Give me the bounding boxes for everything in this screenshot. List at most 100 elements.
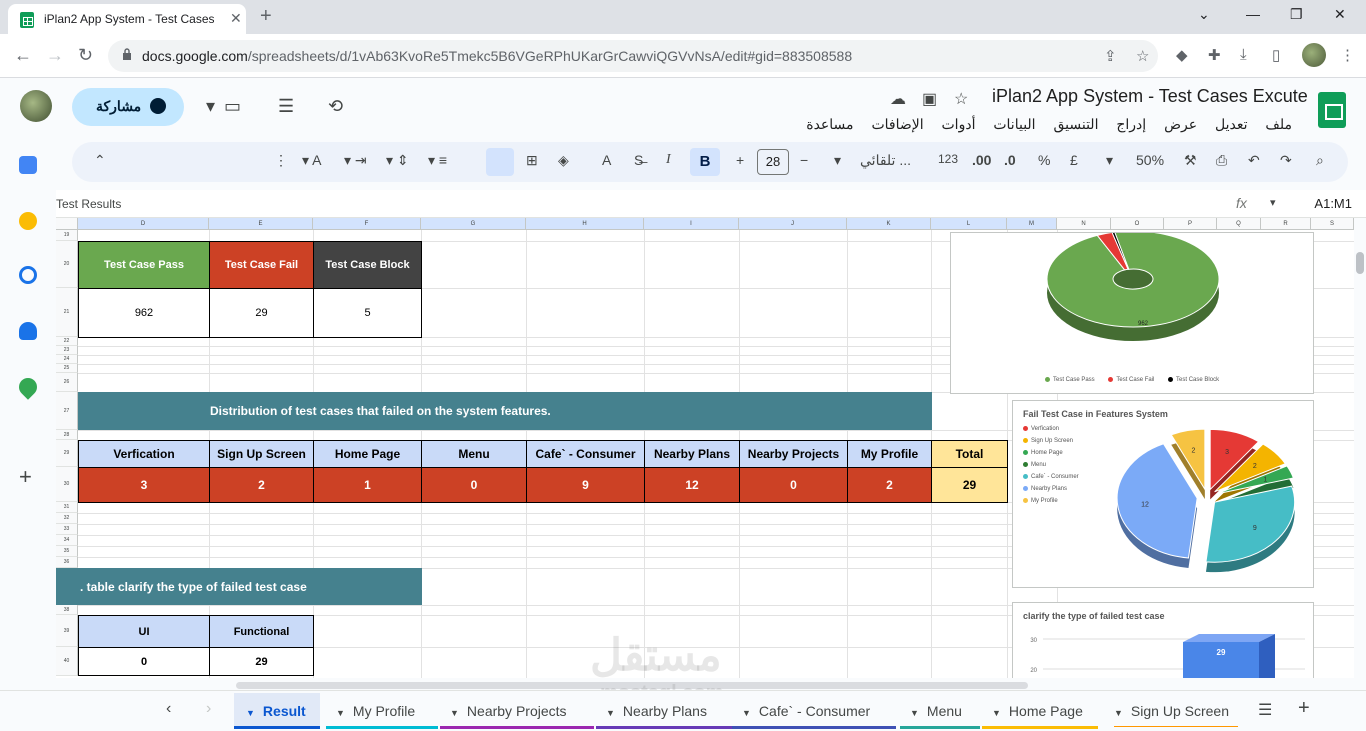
dist-header-total[interactable]: Total xyxy=(931,440,1008,468)
row-header[interactable]: 21 xyxy=(56,288,78,337)
decrease-font-icon[interactable]: − xyxy=(800,152,808,168)
minimize-icon[interactable]: — xyxy=(1246,6,1260,22)
print-icon[interactable]: ⎙ xyxy=(1216,152,1227,169)
keep-icon[interactable] xyxy=(19,212,37,230)
maximize-icon[interactable]: ❐ xyxy=(1290,6,1303,23)
menu-view[interactable]: عرض xyxy=(1164,116,1197,132)
bookmark-star-icon[interactable]: ☆ xyxy=(1136,47,1149,65)
bold-icon[interactable]: B xyxy=(690,148,720,176)
dist-header[interactable]: Home Page xyxy=(313,440,422,468)
summary-header-pass[interactable]: Test Case Pass xyxy=(78,241,210,289)
summary-header-block[interactable]: Test Case Block xyxy=(313,241,422,289)
dist-value[interactable]: 2 xyxy=(209,467,314,503)
column-header[interactable]: R xyxy=(1261,218,1311,230)
column-header[interactable]: G xyxy=(421,218,526,230)
row-header[interactable]: 39 xyxy=(56,615,78,647)
range-dropdown-icon[interactable]: ▾ xyxy=(1270,196,1276,209)
decrease-decimal-button[interactable]: .0 xyxy=(1004,152,1016,168)
fill-color-icon[interactable]: ◈ xyxy=(558,152,569,169)
sheets-logo-icon[interactable] xyxy=(1318,92,1346,128)
undo-icon[interactable]: ↶ xyxy=(1248,152,1260,169)
type-value-functional[interactable]: 29 xyxy=(209,647,314,676)
increase-font-icon[interactable]: + xyxy=(736,152,744,168)
row-header[interactable]: 24 xyxy=(56,355,78,364)
horizontal-align-icon[interactable]: ▾ ≡ xyxy=(428,152,447,169)
browser-tab[interactable]: iPlan2 App System - Test Cases Excute ✕ xyxy=(8,4,246,34)
dist-value-total[interactable]: 29 xyxy=(931,467,1008,503)
strikethrough-icon[interactable]: S̶ xyxy=(634,152,643,168)
sheet-tab-cafe-consumer[interactable]: ▼ Cafe` - Consumer xyxy=(732,693,896,729)
borders-icon[interactable]: ⊞ xyxy=(526,152,538,169)
cloud-status-icon[interactable]: ☁ xyxy=(890,89,906,109)
close-tab-icon[interactable]: ✕ xyxy=(230,10,242,27)
redo-icon[interactable]: ↷ xyxy=(1280,152,1292,169)
collapse-toolbar-icon[interactable]: ⌃ xyxy=(94,152,106,169)
sheet-tab-nearby-projects[interactable]: ▼ Nearby Projects xyxy=(440,693,594,729)
dist-header[interactable]: Cafe` - Consumer xyxy=(526,440,645,468)
forward-icon[interactable]: → xyxy=(46,45,64,66)
zoom-dropdown-icon[interactable]: ▾ xyxy=(1106,152,1113,169)
currency-button[interactable]: £ xyxy=(1070,152,1078,168)
dist-header[interactable]: Menu xyxy=(421,440,527,468)
column-header[interactable]: K xyxy=(847,218,931,230)
dist-header[interactable]: Sign Up Screen xyxy=(209,440,314,468)
comments-icon[interactable]: ☰ xyxy=(278,96,294,117)
tasks-icon[interactable] xyxy=(19,266,37,284)
menu-file[interactable]: ملف xyxy=(1265,116,1292,132)
vertical-align-icon[interactable]: ▾ ⇕ xyxy=(386,152,409,169)
column-header[interactable]: H xyxy=(526,218,644,230)
menu-tools[interactable]: أدوات xyxy=(942,116,976,132)
sheet-tab-result[interactable]: ▼ Result xyxy=(234,693,320,729)
scroll-tabs-left-icon[interactable]: ‹ xyxy=(166,700,171,718)
version-history-icon[interactable]: ⟲ xyxy=(328,96,343,117)
maps-icon[interactable] xyxy=(15,374,41,400)
column-header[interactable]: L xyxy=(931,218,1007,230)
move-folder-icon[interactable]: ▣ xyxy=(922,89,937,109)
dist-value[interactable]: 3 xyxy=(78,467,210,503)
row-header[interactable]: 28 xyxy=(56,430,78,440)
row-header[interactable]: 32 xyxy=(56,513,78,524)
merge-cells-icon[interactable] xyxy=(486,148,514,176)
increase-decimal-button[interactable]: .00 xyxy=(972,152,991,168)
meet-dropdown-icon[interactable]: ▾ xyxy=(206,96,215,117)
type-table-title[interactable]: . table clarify the type of failed test … xyxy=(56,568,422,605)
download-icon[interactable]: ⤓ xyxy=(1240,46,1247,63)
dist-header[interactable]: My Profile xyxy=(847,440,932,468)
row-header[interactable]: 25 xyxy=(56,364,78,373)
summary-header-fail[interactable]: Test Case Fail xyxy=(209,241,314,289)
name-box[interactable]: Test Results xyxy=(56,197,121,211)
column-header[interactable]: J xyxy=(739,218,847,230)
column-header[interactable]: S xyxy=(1311,218,1354,230)
calendar-icon[interactable] xyxy=(19,156,37,174)
add-sheet-icon[interactable]: + xyxy=(1298,697,1310,720)
column-header[interactable]: O xyxy=(1111,218,1164,230)
select-all-corner[interactable] xyxy=(56,218,78,230)
summary-value-fail[interactable]: 29 xyxy=(209,288,314,338)
font-size-input[interactable]: 28 xyxy=(757,149,789,175)
dist-value[interactable]: 0 xyxy=(421,467,527,503)
row-header[interactable]: 36 xyxy=(56,557,78,568)
menu-insert[interactable]: إدراج xyxy=(1116,116,1146,132)
row-header[interactable]: 29 xyxy=(56,440,78,467)
search-menus-icon[interactable]: ⌕ xyxy=(1316,152,1324,169)
pass-fail-pie-chart[interactable]: 962 Test Case Pass Test Case Fail Test C… xyxy=(950,230,1314,394)
row-header[interactable]: 19 xyxy=(56,230,78,241)
type-header-ui[interactable]: UI xyxy=(78,615,210,648)
row-header[interactable]: 34 xyxy=(56,535,78,546)
sheet-tab-home-page[interactable]: ▼ Home Page xyxy=(982,693,1098,729)
scroll-tabs-right-icon[interactable]: › xyxy=(206,700,211,718)
column-header[interactable]: F xyxy=(313,218,421,230)
profile-avatar[interactable] xyxy=(1302,43,1326,67)
column-header[interactable]: M xyxy=(1007,218,1057,230)
font-family-select[interactable]: تلقائي ... xyxy=(860,152,911,169)
extension-icon[interactable]: ◆ xyxy=(1176,46,1188,64)
contacts-icon[interactable] xyxy=(19,322,37,340)
row-header[interactable]: 31 xyxy=(56,502,78,513)
all-sheets-icon[interactable]: ☰ xyxy=(1258,700,1272,720)
row-header[interactable]: 20 xyxy=(56,241,78,288)
dist-header[interactable]: Nearby Plans xyxy=(644,440,740,468)
paint-format-icon[interactable]: ⚒ xyxy=(1184,152,1197,169)
dist-header[interactable]: Verfication xyxy=(78,440,210,468)
new-tab-icon[interactable]: + xyxy=(260,5,272,28)
column-header[interactable]: I xyxy=(644,218,739,230)
